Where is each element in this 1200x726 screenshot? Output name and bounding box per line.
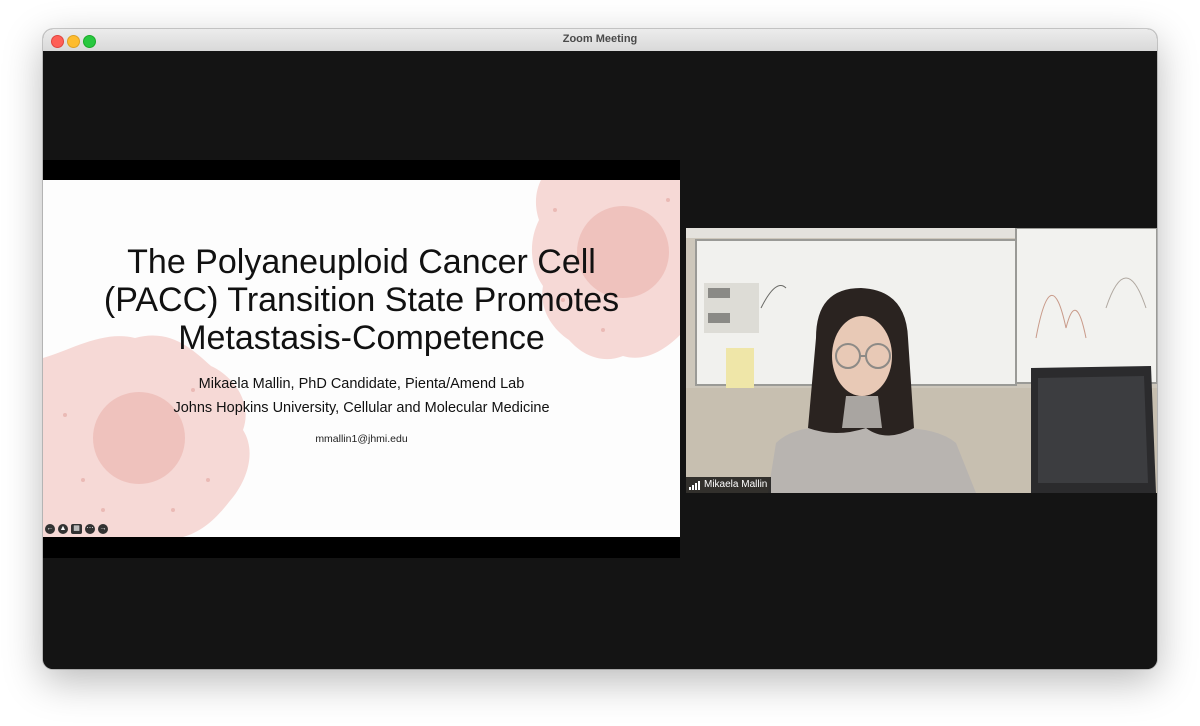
meeting-stage: The Polyaneuploid Cancer Cell (PACC) Tra… [43, 51, 1157, 669]
slide-title-line: (PACC) Transition State Promotes [103, 281, 620, 319]
slide-title-line: The Polyaneuploid Cancer Cell [127, 243, 596, 281]
slide-author: Mikaela Mallin, PhD Candidate, Pienta/Am… [198, 376, 525, 392]
presentation-slide: The Polyaneuploid Cancer Cell (PACC) Tra… [43, 180, 680, 537]
arrow-left-icon[interactable]: ← [45, 524, 55, 534]
window-title: Zoom Meeting [562, 33, 638, 45]
participant-video[interactable]: Mikaela Mallin [686, 228, 1157, 493]
slide-affiliation: Johns Hopkins University, Cellular and M… [173, 400, 550, 416]
cell-decoration-graphic [43, 180, 680, 537]
video-feed-image [686, 228, 1157, 493]
slide-title: The Polyaneuploid Cancer Cell (PACC) Tra… [83, 243, 640, 357]
slide-controls: ← ▲ ▦ ⋯ → [45, 524, 108, 535]
signal-bars-icon [689, 480, 700, 490]
title-bar[interactable]: Zoom Meeting [43, 29, 1157, 52]
participant-name-tag: Mikaela Mallin [686, 477, 772, 493]
shared-screen[interactable]: The Polyaneuploid Cancer Cell (PACC) Tra… [43, 160, 680, 558]
captions-icon[interactable]: ▦ [71, 524, 82, 534]
zoom-window: Zoom Meeting The Polyaneuploid Cancer Ce… [43, 29, 1157, 669]
pen-icon[interactable]: ▲ [58, 524, 68, 534]
arrow-right-icon[interactable]: → [98, 524, 108, 534]
slide-title-line: Metastasis-Competence [178, 319, 545, 357]
slide-email: mmallin1@jhmi.edu [315, 433, 408, 445]
participant-name: Mikaela Mallin [704, 479, 768, 490]
more-icon[interactable]: ⋯ [85, 524, 95, 534]
